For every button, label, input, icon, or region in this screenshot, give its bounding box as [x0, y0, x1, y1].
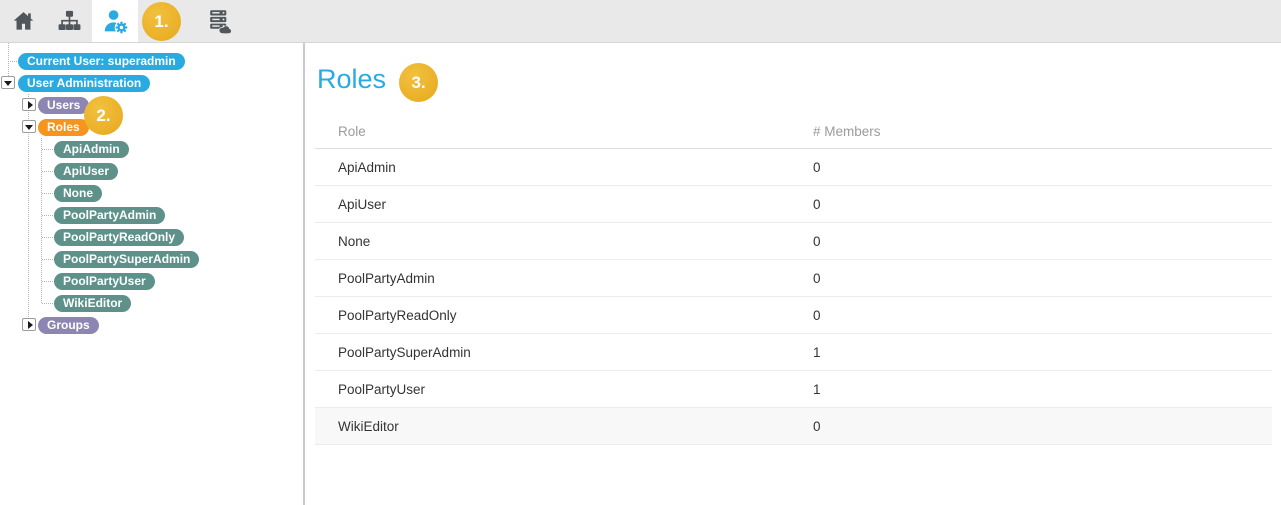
- role-pill[interactable]: PoolPartyUser: [54, 273, 155, 290]
- tree-connector-line: [42, 193, 53, 194]
- table-row[interactable]: None 0: [315, 223, 1272, 260]
- sidebar-item-user-administration: User Administration: [18, 72, 150, 94]
- member-count-cell: 0: [813, 197, 1272, 212]
- user-gear-icon: [102, 8, 129, 35]
- role-name-cell: PoolPartyReadOnly: [315, 308, 813, 323]
- roles-table: Role # Members ApiAdmin 0 ApiUser 0 None…: [315, 114, 1272, 445]
- users-pill[interactable]: Users: [38, 97, 89, 114]
- role-pill[interactable]: PoolPartyAdmin: [54, 207, 165, 224]
- current-user-pill[interactable]: Current User: superadmin: [18, 53, 185, 70]
- expander-expand-icon[interactable]: [22, 318, 36, 331]
- expander-expand-icon[interactable]: [22, 98, 36, 111]
- role-pill[interactable]: PoolPartyReadOnly: [54, 229, 184, 246]
- sidebar-item-current-user: Current User: superadmin: [18, 50, 185, 72]
- column-header-members: # Members: [813, 124, 1272, 139]
- role-pill[interactable]: ApiUser: [54, 163, 118, 180]
- member-count-cell: 1: [813, 345, 1272, 360]
- groups-pill[interactable]: Groups: [38, 317, 99, 334]
- role-name-cell: WikiEditor: [315, 419, 813, 434]
- table-row[interactable]: WikiEditor 0: [315, 408, 1272, 445]
- sidebar-item-role-poolpartysuperadmin: PoolPartySuperAdmin: [54, 248, 199, 270]
- role-name-cell: PoolPartyUser: [315, 382, 813, 397]
- user-administration-pill[interactable]: User Administration: [18, 75, 150, 92]
- member-count-cell: 1: [813, 382, 1272, 397]
- role-pill[interactable]: ApiAdmin: [54, 141, 129, 158]
- content-area: Current User: superadmin User Administra…: [0, 43, 1281, 505]
- page-heading: Roles 3.: [317, 60, 1281, 99]
- page-title: Roles: [317, 64, 386, 95]
- expander-collapse-icon[interactable]: [1, 76, 15, 89]
- table-row[interactable]: ApiAdmin 0: [315, 149, 1272, 186]
- tree-connector-line: [8, 43, 9, 76]
- sidebar-item-groups: Groups: [38, 314, 99, 336]
- role-pill[interactable]: PoolPartySuperAdmin: [54, 251, 199, 268]
- role-name-cell: ApiUser: [315, 197, 813, 212]
- step-badge-3: 3.: [399, 63, 438, 102]
- tree-connector-line: [8, 61, 17, 62]
- role-pill[interactable]: None: [54, 185, 102, 202]
- role-name-cell: None: [315, 234, 813, 249]
- member-count-cell: 0: [813, 160, 1272, 175]
- sidebar-item-role-apiadmin: ApiAdmin: [54, 138, 129, 160]
- top-toolbar: 1.: [0, 0, 1281, 43]
- member-count-cell: 0: [813, 234, 1272, 249]
- sidebar-item-role-poolpartyadmin: PoolPartyAdmin: [54, 204, 165, 226]
- step-badge-2: 2.: [84, 96, 123, 135]
- navigation-tree-panel: Current User: superadmin User Administra…: [0, 43, 305, 505]
- member-count-cell: 0: [813, 308, 1272, 323]
- expander-collapse-icon[interactable]: [22, 120, 36, 133]
- table-row[interactable]: ApiUser 0: [315, 186, 1272, 223]
- tree-connector-line: [42, 149, 53, 150]
- roles-panel: Roles 3. Role # Members ApiAdmin 0 ApiUs…: [305, 43, 1281, 505]
- table-header-row: Role # Members: [315, 114, 1272, 149]
- sitemap-icon: [57, 9, 82, 34]
- roles-pill[interactable]: Roles: [38, 119, 89, 136]
- home-icon: [11, 9, 36, 34]
- tree-connector-line: [42, 215, 53, 216]
- table-row[interactable]: PoolPartyAdmin 0: [315, 260, 1272, 297]
- sidebar-item-roles: Roles: [38, 116, 89, 138]
- sidebar-item-role-wikieditor: WikiEditor: [54, 292, 131, 314]
- tree-connector-line: [42, 237, 53, 238]
- step-badge-1: 1.: [142, 2, 181, 41]
- tree-connector-line: [42, 303, 53, 304]
- sidebar-item-role-poolpartyreadonly: PoolPartyReadOnly: [54, 226, 184, 248]
- server-button[interactable]: [195, 0, 241, 42]
- home-button[interactable]: [0, 0, 46, 42]
- sidebar-item-role-poolpartyuser: PoolPartyUser: [54, 270, 155, 292]
- column-header-role: Role: [315, 124, 813, 139]
- tree-connector-line: [41, 138, 42, 303]
- role-name-cell: PoolPartyAdmin: [315, 271, 813, 286]
- sidebar-item-users: Users: [38, 94, 89, 116]
- member-count-cell: 0: [813, 419, 1272, 434]
- member-count-cell: 0: [813, 271, 1272, 286]
- table-row[interactable]: PoolPartySuperAdmin 1: [315, 334, 1272, 371]
- server-cloud-icon: [205, 8, 232, 35]
- role-pill[interactable]: WikiEditor: [54, 295, 131, 312]
- table-row[interactable]: PoolPartyUser 1: [315, 371, 1272, 408]
- role-name-cell: PoolPartySuperAdmin: [315, 345, 813, 360]
- tree-connector-line: [42, 281, 53, 282]
- role-name-cell: ApiAdmin: [315, 160, 813, 175]
- tree-connector-line: [42, 259, 53, 260]
- sidebar-item-role-none: None: [54, 182, 102, 204]
- tree-connector-line: [42, 171, 53, 172]
- sidebar-item-role-apiuser: ApiUser: [54, 160, 118, 182]
- hierarchy-button[interactable]: [46, 0, 92, 42]
- user-administration-button[interactable]: [92, 0, 138, 42]
- table-row[interactable]: PoolPartyReadOnly 0: [315, 297, 1272, 334]
